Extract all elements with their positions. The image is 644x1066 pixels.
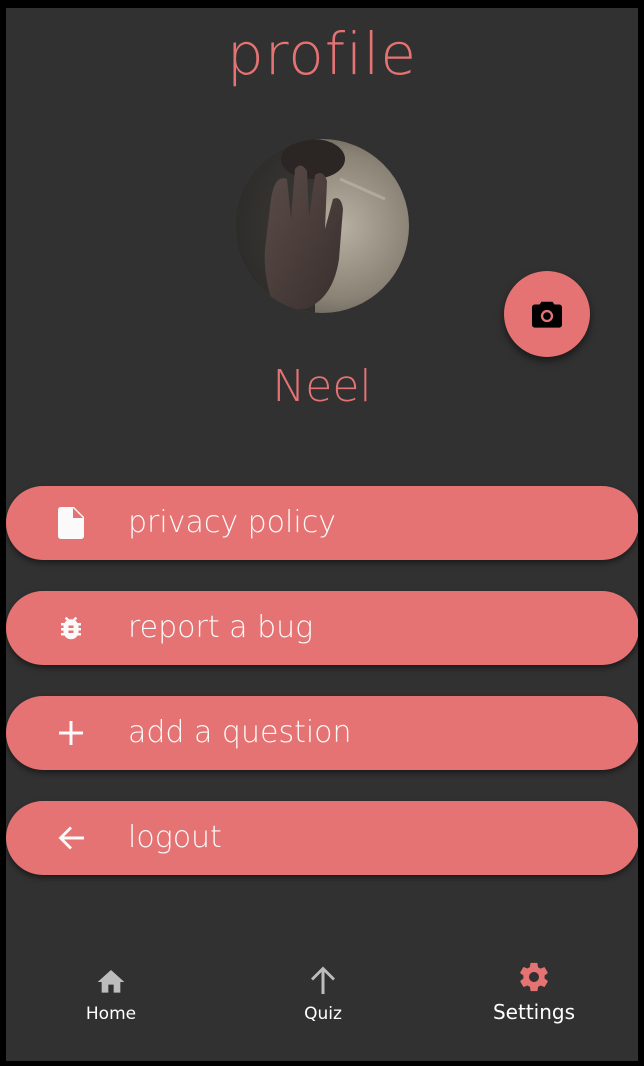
avatar[interactable] [235,139,409,313]
arrow-up-icon [243,966,403,994]
nav-item-quiz[interactable]: Quiz [243,958,403,1048]
nav-item-settings[interactable]: Settings [454,958,614,1048]
nav-item-home[interactable]: Home [31,958,191,1048]
avatar-photo [235,139,409,313]
page-title: profile [226,20,418,88]
change-photo-button[interactable] [504,271,590,357]
menu-item-label: logout [128,820,222,855]
home-icon [31,966,191,994]
profile-screen: profile Neel privacy policy report a bug… [6,8,638,1061]
nav-label: Quiz [304,1004,342,1024]
document-icon [53,505,89,541]
logout-button[interactable]: logout [6,801,638,875]
menu-item-label: report a bug [128,610,314,645]
gear-icon [454,960,614,994]
arrow-left-icon [53,820,89,856]
privacy-policy-button[interactable]: privacy policy [6,486,638,560]
bottom-navigation: Home Quiz Settings [6,958,638,1061]
camera-icon [530,299,564,329]
plus-icon [53,715,89,751]
user-name: Neel [272,361,372,412]
menu-item-label: add a question [128,715,352,750]
menu-item-label: privacy policy [128,505,336,540]
nav-label: Home [85,1004,137,1024]
add-question-button[interactable]: add a question [6,696,638,770]
nav-label: Settings [492,1000,576,1024]
bug-icon [53,610,89,646]
report-bug-button[interactable]: report a bug [6,591,638,665]
